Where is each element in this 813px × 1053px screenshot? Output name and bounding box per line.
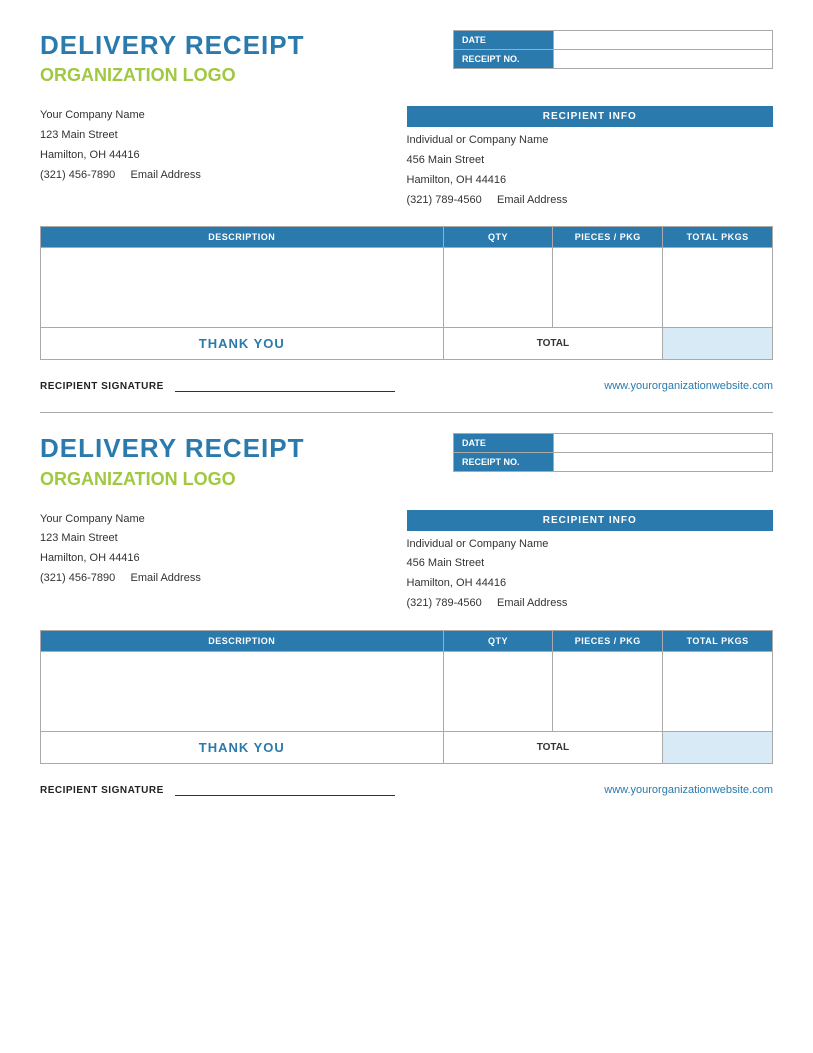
recipient-email-2: Email Address xyxy=(497,597,567,609)
thank-you-label-2: THANK YOU xyxy=(41,731,444,763)
receipt-block-2: DELIVERY RECEIPT ORGANIZATION LOGO DATE … xyxy=(40,433,773,795)
date-value-1[interactable] xyxy=(553,31,772,50)
table-header-row-2: DESCRIPTION QTY PIECES / PKG TOTAL PKGS xyxy=(41,630,773,651)
recipient-phone-email-1: (321) 789-4560 Email Address xyxy=(407,191,774,211)
signature-line-1 xyxy=(175,391,395,392)
receipt-no-label-1: RECEIPT NO. xyxy=(454,50,554,69)
recipient-company-2: Individual or Company Name xyxy=(407,535,774,555)
col-pieces-header-2: PIECES / PKG xyxy=(553,630,663,651)
sender-email-1: Email Address xyxy=(131,169,201,181)
recipient-info-body-1: Individual or Company Name 456 Main Stre… xyxy=(407,127,774,210)
recipient-address2-2: Hamilton, OH 44416 xyxy=(407,574,774,594)
date-label-1: DATE xyxy=(454,31,554,50)
org-logo-2: ORGANIZATION LOGO xyxy=(40,469,305,490)
signature-section-2: RECIPIENT SIGNATURE xyxy=(40,784,395,796)
recipient-info-header-1: RECIPIENT INFO xyxy=(407,106,774,127)
sender-phone-email-2: (321) 456-7890 Email Address xyxy=(40,569,370,589)
total-cell-1[interactable] xyxy=(663,248,773,328)
col-desc-header-1: DESCRIPTION xyxy=(41,227,444,248)
sender-info-1: Your Company Name 123 Main Street Hamilt… xyxy=(40,106,370,210)
recipient-phone-2: (321) 789-4560 xyxy=(407,597,482,609)
total-label-2: TOTAL xyxy=(443,731,663,763)
table-row-2 xyxy=(41,651,773,731)
header-row-2: DELIVERY RECEIPT ORGANIZATION LOGO DATE … xyxy=(40,433,773,489)
date-row-2: DATE xyxy=(454,434,773,453)
thank-you-row-1: THANK YOU TOTAL xyxy=(41,328,773,360)
sender-address2-2: Hamilton, OH 44416 xyxy=(40,549,370,569)
signature-label-1: RECIPIENT SIGNATURE xyxy=(40,381,164,392)
recipient-address2-1: Hamilton, OH 44416 xyxy=(407,171,774,191)
receipt-no-value-2[interactable] xyxy=(553,453,772,472)
items-table-1: DESCRIPTION QTY PIECES / PKG TOTAL PKGS … xyxy=(40,226,773,360)
recipient-email-1: Email Address xyxy=(497,194,567,206)
col-total-header-2: TOTAL PKGS xyxy=(663,630,773,651)
signature-section-1: RECIPIENT SIGNATURE xyxy=(40,380,395,392)
sender-phone-2: (321) 456-7890 xyxy=(40,572,115,584)
date-receipt-table-1: DATE RECEIPT NO. xyxy=(453,30,773,69)
col-pieces-header-1: PIECES / PKG xyxy=(553,227,663,248)
items-table-2: DESCRIPTION QTY PIECES / PKG TOTAL PKGS … xyxy=(40,630,773,764)
sender-info-2: Your Company Name 123 Main Street Hamilt… xyxy=(40,510,370,614)
receipt-block-1: DELIVERY RECEIPT ORGANIZATION LOGO DATE … xyxy=(40,30,773,392)
info-row-1: Your Company Name 123 Main Street Hamilt… xyxy=(40,106,773,210)
sender-company-2: Your Company Name xyxy=(40,510,370,530)
col-qty-header-1: QTY xyxy=(443,227,553,248)
title-section-1: DELIVERY RECEIPT ORGANIZATION LOGO xyxy=(40,30,305,86)
date-receipt-table-2: DATE RECEIPT NO. xyxy=(453,433,773,472)
recipient-phone-email-2: (321) 789-4560 Email Address xyxy=(407,594,774,614)
sender-address1-1: 123 Main Street xyxy=(40,126,370,146)
signature-label-2: RECIPIENT SIGNATURE xyxy=(40,785,164,796)
date-label-2: DATE xyxy=(454,434,554,453)
col-desc-header-2: DESCRIPTION xyxy=(41,630,444,651)
col-qty-header-2: QTY xyxy=(443,630,553,651)
table-header-row-1: DESCRIPTION QTY PIECES / PKG TOTAL PKGS xyxy=(41,227,773,248)
recipient-company-1: Individual or Company Name xyxy=(407,131,774,151)
org-logo-1: ORGANIZATION LOGO xyxy=(40,65,305,86)
recipient-address1-1: 456 Main Street xyxy=(407,151,774,171)
thank-you-label-1: THANK YOU xyxy=(41,328,444,360)
recipient-info-section-1: RECIPIENT INFO Individual or Company Nam… xyxy=(407,106,774,210)
delivery-receipt-title-1: DELIVERY RECEIPT xyxy=(40,30,305,61)
sender-address1-2: 123 Main Street xyxy=(40,529,370,549)
qty-cell-2[interactable] xyxy=(443,651,553,731)
total-cell-2[interactable] xyxy=(663,651,773,731)
signature-row-2: RECIPIENT SIGNATURE www.yourorganization… xyxy=(40,784,773,796)
sender-phone-email-1: (321) 456-7890 Email Address xyxy=(40,166,370,186)
sender-phone-1: (321) 456-7890 xyxy=(40,169,115,181)
thank-you-row-2: THANK YOU TOTAL xyxy=(41,731,773,763)
sender-address2-1: Hamilton, OH 44416 xyxy=(40,146,370,166)
receipt-no-value-1[interactable] xyxy=(553,50,772,69)
recipient-info-body-2: Individual or Company Name 456 Main Stre… xyxy=(407,531,774,614)
col-total-header-1: TOTAL PKGS xyxy=(663,227,773,248)
website-link-2[interactable]: www.yourorganizationwebsite.com xyxy=(604,784,773,796)
title-section-2: DELIVERY RECEIPT ORGANIZATION LOGO xyxy=(40,433,305,489)
recipient-phone-1: (321) 789-4560 xyxy=(407,194,482,206)
recipient-address1-2: 456 Main Street xyxy=(407,554,774,574)
table-row-1 xyxy=(41,248,773,328)
date-row-1: DATE xyxy=(454,31,773,50)
signature-row-1: RECIPIENT SIGNATURE www.yourorganization… xyxy=(40,380,773,392)
sender-email-2: Email Address xyxy=(131,572,201,584)
date-value-2[interactable] xyxy=(553,434,772,453)
total-value-1[interactable] xyxy=(663,328,773,360)
receipt-no-row-1: RECEIPT NO. xyxy=(454,50,773,69)
pieces-cell-2[interactable] xyxy=(553,651,663,731)
recipient-info-section-2: RECIPIENT INFO Individual or Company Nam… xyxy=(407,510,774,614)
desc-cell-2[interactable] xyxy=(41,651,444,731)
delivery-receipt-title-2: DELIVERY RECEIPT xyxy=(40,433,305,464)
desc-cell-1[interactable] xyxy=(41,248,444,328)
receipt-no-label-2: RECEIPT NO. xyxy=(454,453,554,472)
divider xyxy=(40,412,773,413)
total-label-1: TOTAL xyxy=(443,328,663,360)
signature-line-2 xyxy=(175,795,395,796)
total-value-2[interactable] xyxy=(663,731,773,763)
qty-cell-1[interactable] xyxy=(443,248,553,328)
website-link-1[interactable]: www.yourorganizationwebsite.com xyxy=(604,380,773,392)
receipt-no-row-2: RECEIPT NO. xyxy=(454,453,773,472)
info-row-2: Your Company Name 123 Main Street Hamilt… xyxy=(40,510,773,614)
recipient-info-header-2: RECIPIENT INFO xyxy=(407,510,774,531)
pieces-cell-1[interactable] xyxy=(553,248,663,328)
sender-company-1: Your Company Name xyxy=(40,106,370,126)
header-row-1: DELIVERY RECEIPT ORGANIZATION LOGO DATE … xyxy=(40,30,773,86)
